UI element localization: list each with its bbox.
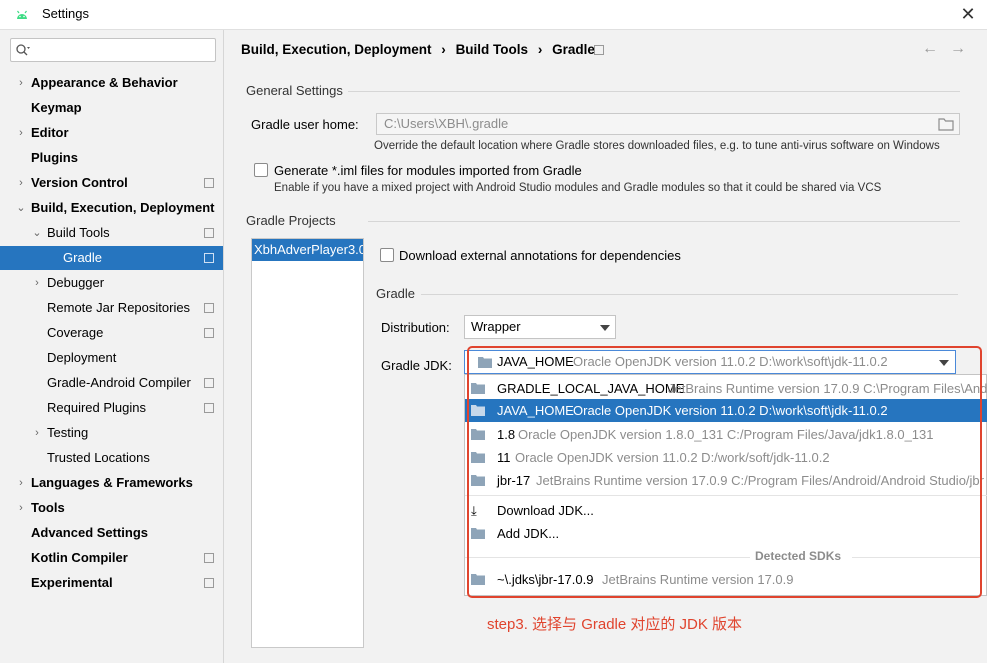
distribution-value: Wrapper	[471, 319, 521, 334]
chevron-right-icon: ›	[19, 502, 23, 514]
projects-list	[251, 238, 364, 648]
folder-icon[interactable]	[938, 117, 954, 131]
back-arrow-icon[interactable]: ←	[922, 40, 938, 58]
gradle-section-heading: Gradle	[376, 286, 416, 301]
sidebar-item-testing[interactable]: › Testing	[0, 421, 223, 445]
chevron-down-icon	[600, 325, 610, 331]
sidebar-item-languages[interactable]: › Languages & Frameworks	[0, 471, 223, 495]
sidebar-item-deployment[interactable]: Deployment	[0, 346, 223, 370]
download-annotations-label: Download external annotations for depend…	[399, 248, 681, 263]
forward-arrow-icon[interactable]: →	[950, 40, 966, 58]
separator	[348, 91, 960, 92]
project-settings-icon	[204, 178, 214, 188]
sidebar-item-build-tools[interactable]: ⌄ Build Tools	[0, 221, 223, 245]
sidebar-item-remote-jar[interactable]: Remote Jar Repositories	[0, 296, 223, 320]
project-settings-icon	[204, 553, 214, 563]
chevron-down-icon: ⌄	[32, 227, 42, 239]
generate-iml-label: Generate *.iml files for modules importe…	[274, 163, 582, 178]
gradle-home-field[interactable]: C:\Users\XBH\.gradle	[376, 113, 960, 135]
sidebar-item-gradle[interactable]: Gradle	[0, 246, 223, 270]
sidebar-item-tools[interactable]: › Tools	[0, 496, 223, 520]
sidebar-item-advanced-settings[interactable]: Advanced Settings	[0, 521, 223, 545]
project-settings-icon	[204, 378, 214, 388]
title-bar	[0, 0, 987, 30]
sidebar-item-kotlin-compiler[interactable]: Kotlin Compiler	[0, 546, 223, 570]
separator	[421, 294, 958, 295]
sidebar-item-coverage[interactable]: Coverage	[0, 321, 223, 345]
chevron-right-icon: ›	[35, 427, 39, 439]
sidebar-item-required-plugins[interactable]: Required Plugins	[0, 396, 223, 420]
separator	[368, 221, 960, 222]
window-title: Settings	[42, 6, 89, 21]
sidebar-item-experimental[interactable]: Experimental	[0, 571, 223, 595]
distribution-label: Distribution:	[381, 320, 450, 335]
close-icon[interactable]: ✕	[958, 4, 978, 24]
project-settings-icon	[204, 253, 214, 263]
sidebar-item-version-control[interactable]: › Version Control	[0, 171, 223, 195]
search-input[interactable]	[10, 38, 216, 62]
chevron-right-icon: ›	[35, 277, 39, 289]
chevron-down-icon: ⌄	[16, 202, 26, 214]
gradle-home-label: Gradle user home:	[251, 117, 359, 132]
project-settings-icon	[204, 303, 214, 313]
download-annotations-checkbox[interactable]	[380, 248, 394, 262]
general-settings-heading: General Settings	[246, 83, 343, 98]
project-settings-icon	[204, 578, 214, 588]
android-icon	[17, 10, 27, 19]
sidebar-item-editor[interactable]: › Editor	[0, 121, 223, 145]
sidebar-item-keymap[interactable]: Keymap	[0, 96, 223, 120]
highlight-box	[467, 346, 982, 598]
gradle-jdk-label: Gradle JDK:	[381, 358, 452, 373]
breadcrumb-item[interactable]: Build, Execution, Deployment	[241, 42, 432, 57]
project-settings-icon	[204, 403, 214, 413]
sidebar-item-debugger[interactable]: › Debugger	[0, 271, 223, 295]
sidebar-item-appearance[interactable]: › Appearance & Behavior	[0, 71, 223, 95]
search-icon	[16, 44, 30, 56]
project-settings-icon	[204, 328, 214, 338]
sidebar-item-plugins[interactable]: Plugins	[0, 146, 223, 170]
annotation-text: step3. 选择与 Gradle 对应的 JDK 版本	[487, 616, 743, 633]
sidebar-item-build-execution[interactable]: ⌄ Build, Execution, Deployment	[0, 196, 223, 220]
distribution-select[interactable]: Wrapper	[464, 315, 616, 339]
chevron-right-icon: ›	[19, 127, 23, 139]
generate-iml-checkbox[interactable]	[254, 163, 268, 177]
breadcrumb-separator: ›	[441, 42, 446, 57]
breadcrumb-item[interactable]: Build Tools	[456, 42, 529, 57]
project-list-item[interactable]: XbhAdverPlayer3.0	[252, 239, 363, 261]
chevron-right-icon: ›	[19, 177, 23, 189]
breadcrumb-item: Gradle	[552, 42, 595, 57]
chevron-right-icon: ›	[19, 77, 23, 89]
chevron-right-icon: ›	[19, 477, 23, 489]
project-settings-icon	[204, 228, 214, 238]
sidebar-item-trusted-locations[interactable]: Trusted Locations	[0, 446, 223, 470]
gradle-home-hint: Override the default location where Grad…	[374, 140, 940, 152]
breadcrumb: Build, Execution, Deployment › Build Too…	[241, 42, 595, 57]
generate-iml-hint: Enable if you have a mixed project with …	[274, 182, 882, 194]
sidebar-item-gradle-android-compiler[interactable]: Gradle-Android Compiler	[0, 371, 223, 395]
breadcrumb-separator: ›	[537, 42, 543, 57]
gradle-projects-heading: Gradle Projects	[246, 213, 336, 228]
project-settings-icon	[594, 45, 604, 55]
